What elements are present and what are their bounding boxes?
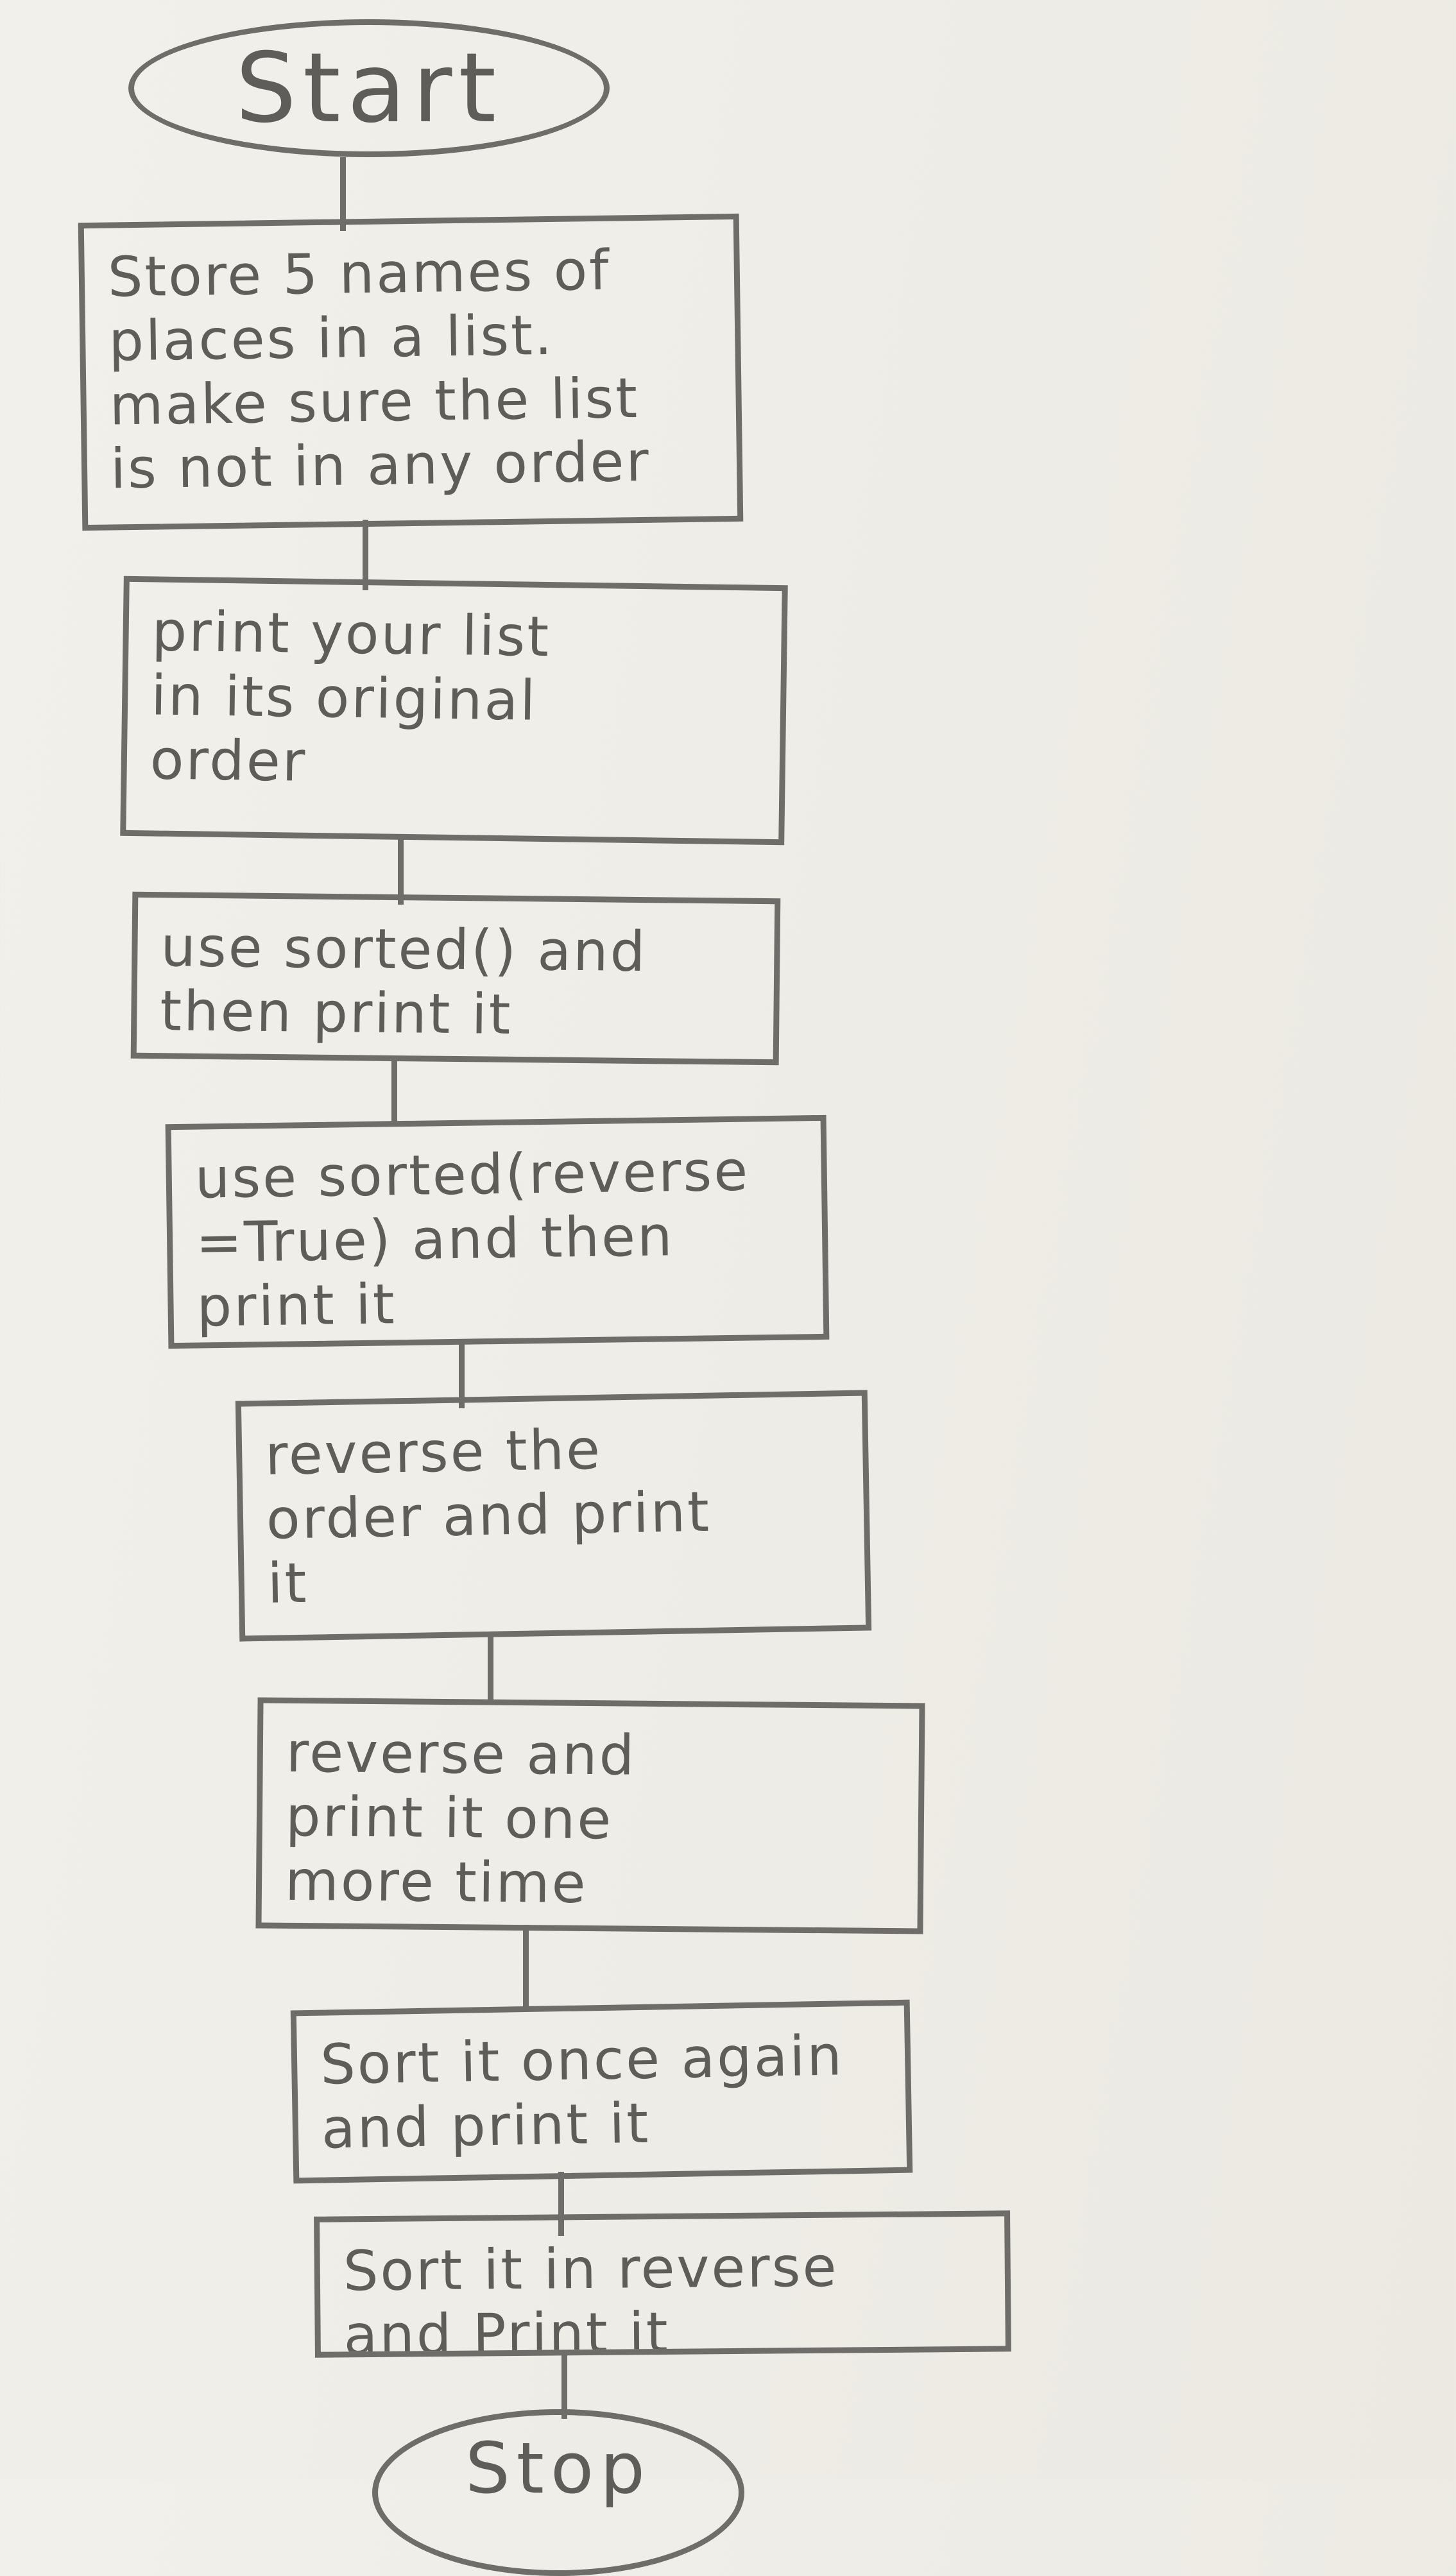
step-reverse-print: reverse the order and print it [235, 1390, 872, 1642]
step-store-names: Store 5 names of places in a list. make … [78, 213, 744, 531]
stop-terminal: Stop [372, 2409, 744, 2576]
step-sorted-reverse-print: use sorted(reverse =True) and then print… [165, 1114, 830, 1349]
connector-arrow [488, 1633, 493, 1703]
step-reverse-again: reverse and print it one more time [255, 1697, 925, 1934]
step-sort-reverse: Sort it in reverse and Print it [314, 2210, 1011, 2358]
step-print-original: print your list in its original order [120, 576, 788, 846]
step-sort-again: Sort it once again and print it [290, 1999, 913, 2184]
step-sorted-print: use sorted() and then print it [130, 891, 781, 1066]
connector-arrow [391, 1059, 397, 1123]
start-terminal: Start [128, 19, 610, 157]
flowchart-diagram: Start Store 5 names of places in a list.… [0, 0, 1456, 2576]
connector-arrow [523, 1925, 529, 2011]
